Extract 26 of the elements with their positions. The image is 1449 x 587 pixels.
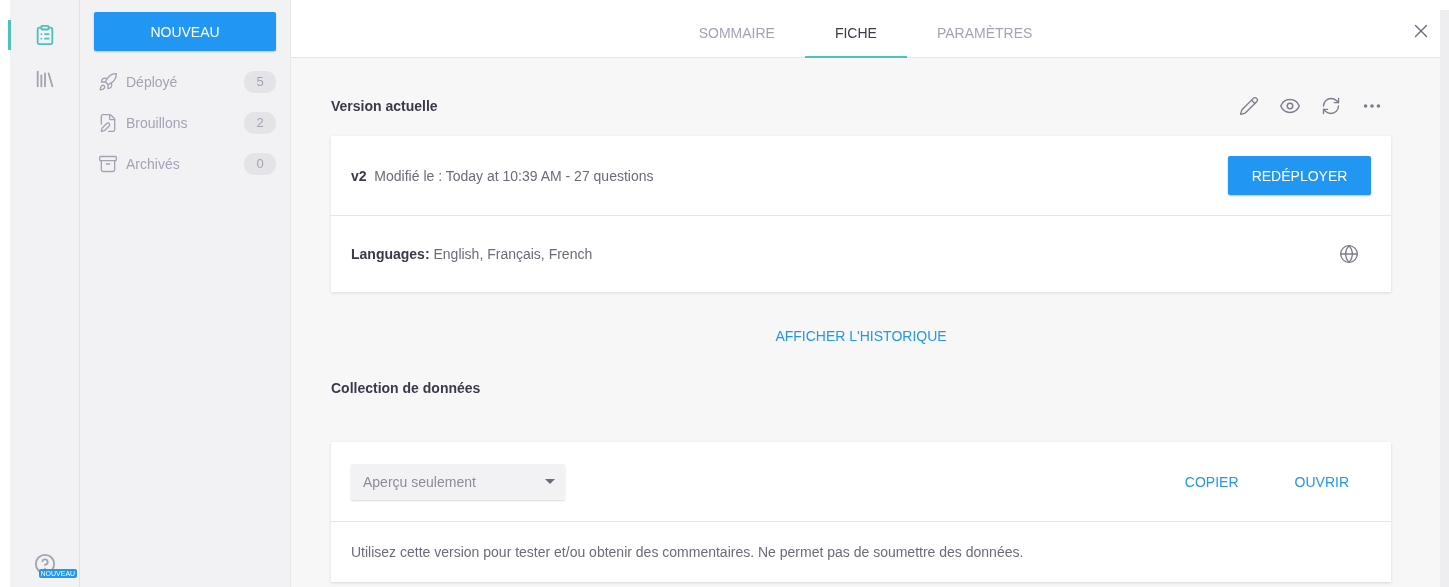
mode-select[interactable]: Aperçu seulement bbox=[351, 463, 565, 500]
tab[interactable]: FICHE bbox=[804, 10, 907, 58]
sidebar-item[interactable]: Déployé bbox=[126, 73, 236, 90]
description-text: Utilisez cette version pour tester et/ou obtenir des commentaires. Ne permet pas de soumettre des données. bbox=[351, 544, 1024, 560]
rocket-icon bbox=[98, 71, 118, 92]
copy-button[interactable]: COPIER bbox=[1156, 473, 1267, 490]
globe-icon[interactable] bbox=[1339, 244, 1359, 264]
languages-text: Languages: English, Français, French bbox=[351, 246, 593, 262]
sidebar-item[interactable]: Archivés bbox=[126, 155, 236, 172]
pencil-icon[interactable] bbox=[1239, 96, 1259, 116]
version-info: v2 Modifié le : Today at 10:39 AM - 27 questions bbox=[351, 167, 654, 184]
new-button[interactable]: NOUVEAU bbox=[94, 12, 276, 51]
count-badge: 2 bbox=[244, 111, 276, 134]
count-badge: 5 bbox=[244, 70, 276, 93]
redeploy-button[interactable]: REDÉPLOYER bbox=[1228, 156, 1371, 195]
open-button[interactable]: OUVRIR bbox=[1266, 473, 1371, 490]
section-title: Version actuelle bbox=[331, 98, 438, 114]
sidebar-item[interactable]: Brouillons bbox=[126, 114, 236, 131]
archive-box-icon bbox=[98, 153, 118, 174]
tab[interactable]: SOMMAIRE bbox=[668, 10, 805, 58]
history-link[interactable]: AFFICHER L'HISTORIQUE bbox=[747, 328, 975, 344]
section-title: Collection de données bbox=[331, 380, 481, 396]
tab[interactable]: PARAMÈTRES bbox=[906, 10, 1063, 58]
refresh-icon[interactable] bbox=[1321, 96, 1341, 116]
file-pen-icon bbox=[98, 112, 118, 133]
count-badge: 0 bbox=[244, 152, 276, 175]
